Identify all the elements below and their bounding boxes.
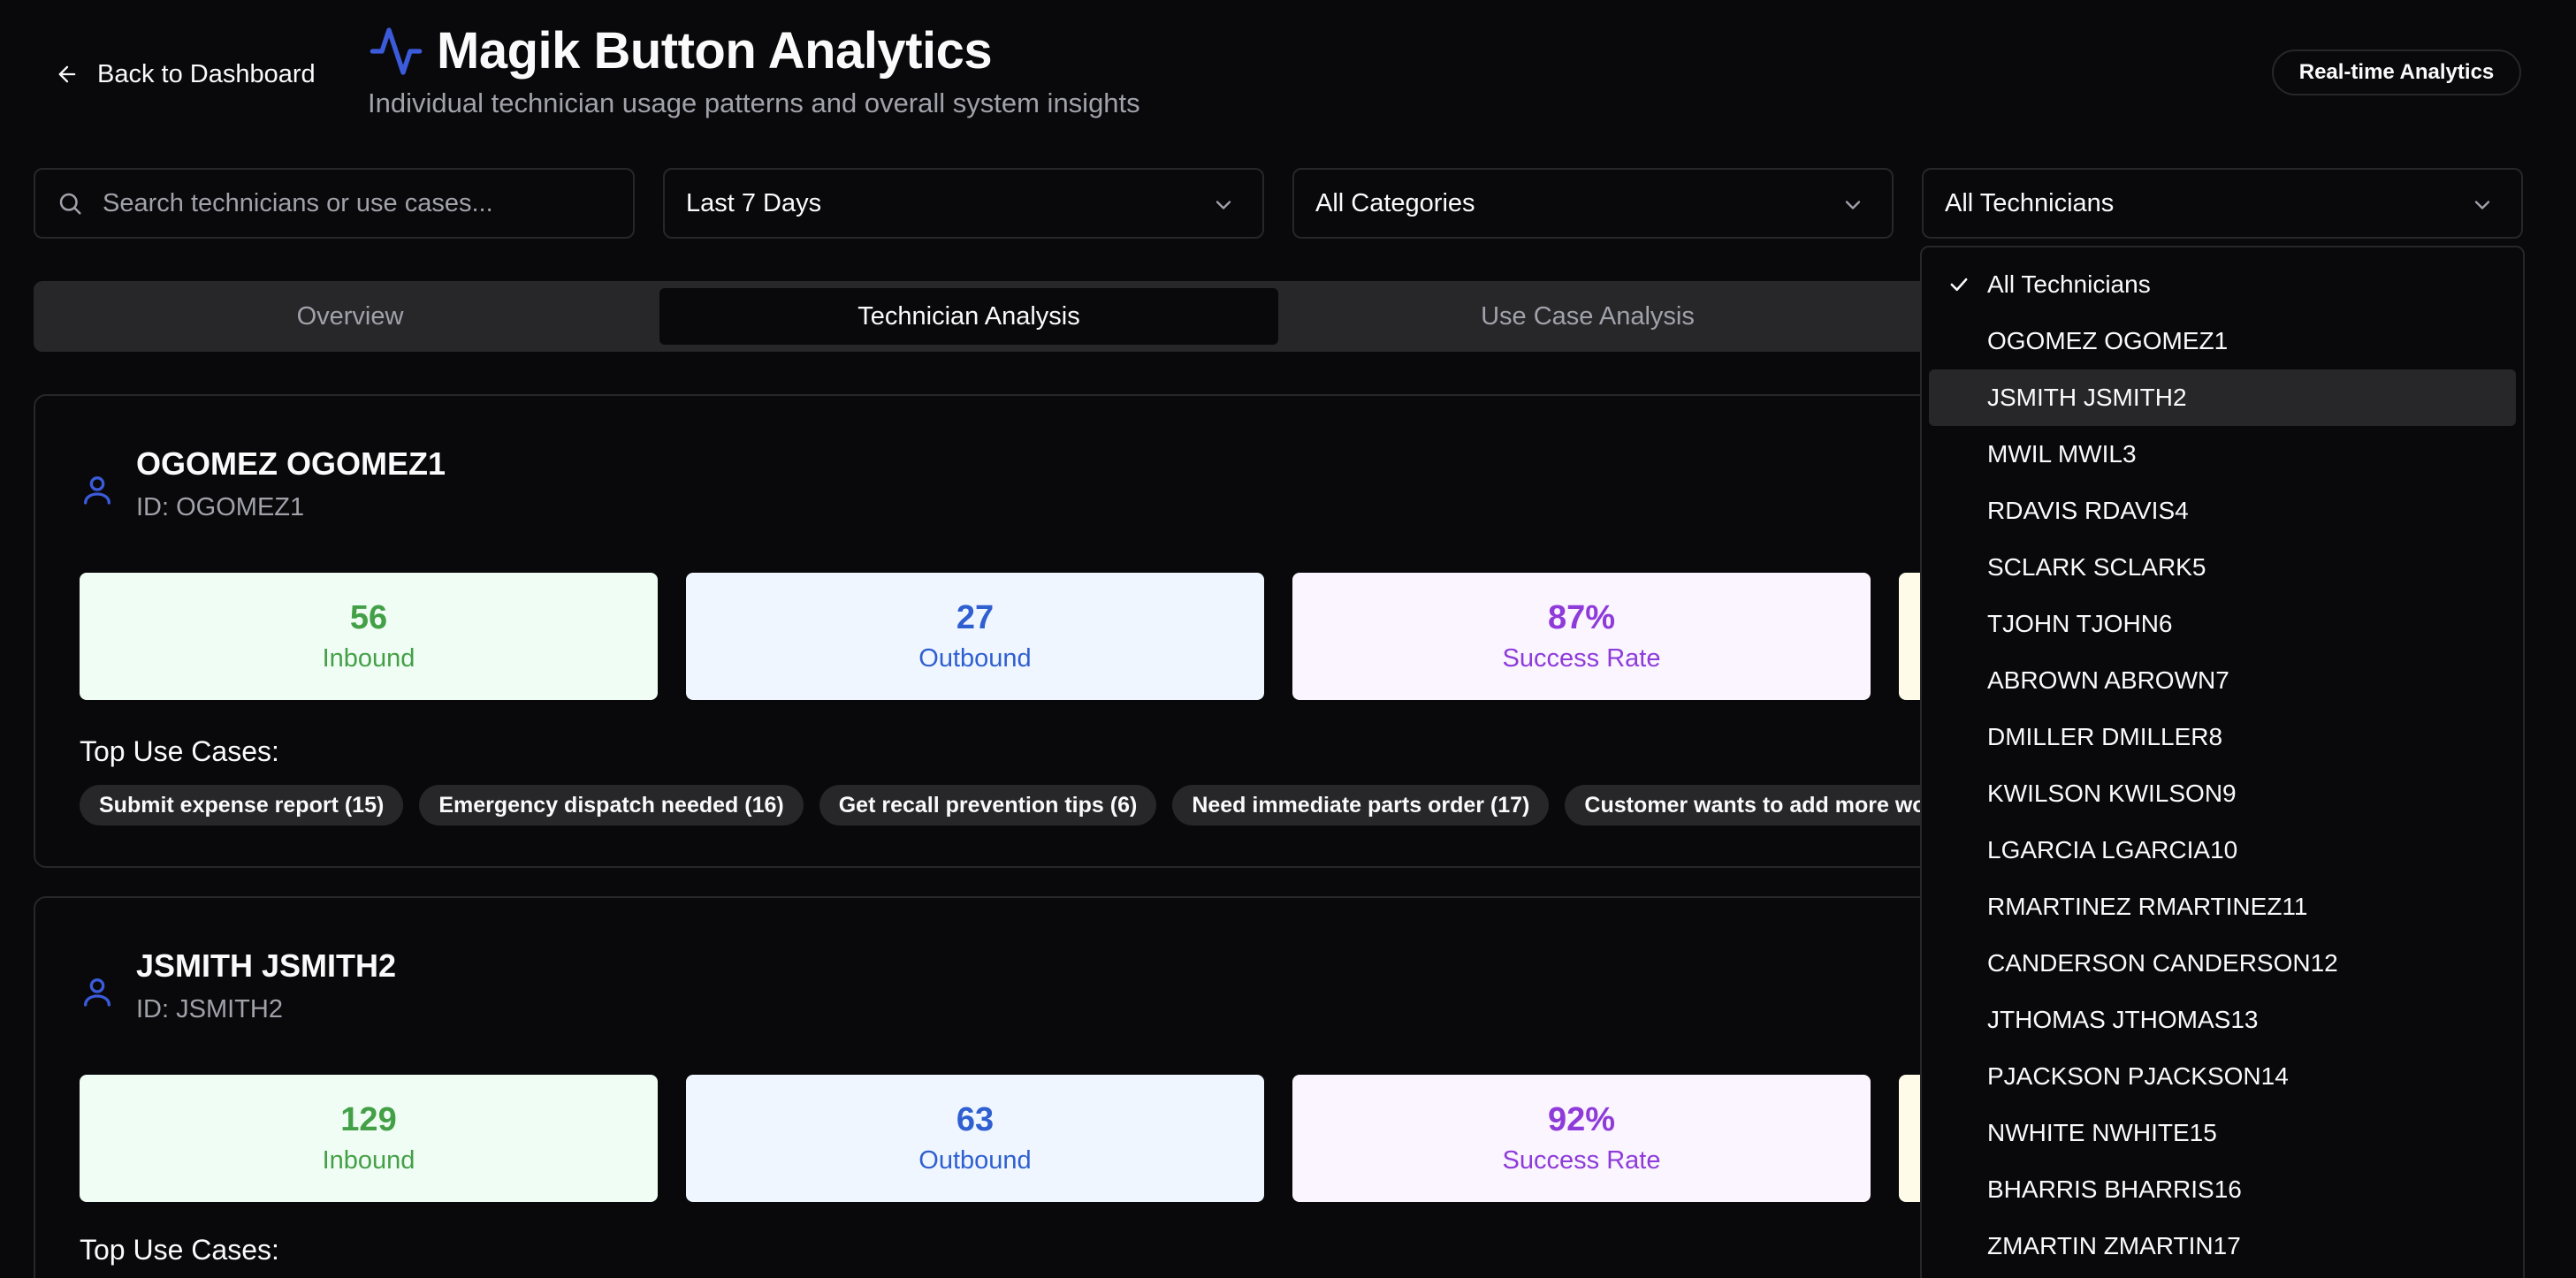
arrow-left-icon (58, 65, 76, 83)
inbound-stat: 56 Inbound (80, 573, 658, 700)
search-icon (59, 193, 81, 215)
technician-id: ID: OGOMEZ1 (136, 493, 305, 521)
inbound-label: Inbound (322, 1146, 415, 1175)
dropdown-option-label: RDAVIS RDAVIS4 (1987, 497, 2189, 524)
dropdown-option-label: All Technicians (1987, 270, 2151, 298)
use-case-chips: Submit expense report (15) Emergency dis… (80, 785, 1955, 825)
dropdown-option-label: BHARRIS BHARRIS16 (1987, 1175, 2242, 1203)
technician-id: ID: JSMITH2 (136, 995, 283, 1023)
dropdown-option-label: DMILLER DMILLER8 (1987, 723, 2223, 750)
outbound-label: Outbound (918, 644, 1032, 673)
dropdown-option[interactable]: TJOHN TJOHN6 (1929, 596, 2516, 652)
top-use-cases-title: Top Use Cases: (80, 1234, 279, 1266)
dropdown-option[interactable]: ZMARTIN ZMARTIN17 (1929, 1218, 2516, 1274)
tab-technician-analysis[interactable]: Technician Analysis (659, 288, 1278, 345)
technician-name: JSMITH JSMITH2 (136, 947, 397, 984)
technician-dropdown-menu: All Technicians OGOMEZ OGOMEZ1 JSMITH JS… (1920, 246, 2525, 1278)
page-subtitle: Individual technician usage patterns and… (368, 87, 1140, 118)
inbound-value: 129 (340, 1101, 397, 1138)
back-to-dashboard-link[interactable]: Back to Dashboard (55, 57, 316, 92)
dropdown-option[interactable]: KWILSON KWILSON9 (1929, 765, 2516, 822)
top-use-cases-title: Top Use Cases: (80, 735, 279, 767)
use-case-chip: Need immediate parts order (17) (1172, 785, 1550, 825)
use-case-chip: Submit expense report (15) (80, 785, 404, 825)
tab-overview[interactable]: Overview (41, 288, 659, 345)
technician-value: All Technicians (1945, 188, 2115, 217)
dropdown-option-all-technicians[interactable]: All Technicians (1929, 256, 2516, 313)
inbound-stat: 129 Inbound (80, 1075, 658, 1202)
dropdown-option-label: RMARTINEZ RMARTINEZ11 (1987, 893, 2308, 920)
success-rate-value: 87% (1547, 599, 1616, 636)
date-range-value: Last 7 Days (686, 188, 822, 217)
success-rate-stat: 87% Success Rate (1292, 573, 1871, 700)
dropdown-option[interactable]: BHARRIS BHARRIS16 (1929, 1161, 2516, 1218)
chevron-down-icon (1845, 201, 1861, 209)
dropdown-option[interactable]: LGARCIA LGARCIA10 (1929, 822, 2516, 879)
chevron-down-icon (2474, 201, 2490, 209)
tab-use-case-analysis[interactable]: Use Case Analysis (1278, 288, 1897, 345)
outbound-label: Outbound (918, 1146, 1032, 1175)
dropdown-option[interactable]: PJACKSON PJACKSON14 (1929, 1048, 2516, 1105)
chevron-down-icon (1216, 201, 1231, 209)
technician-name: OGOMEZ OGOMEZ1 (136, 445, 446, 482)
dropdown-option-label: NWHITE NWHITE15 (1987, 1119, 2217, 1146)
dropdown-option[interactable]: ABROWN ABROWN7 (1929, 652, 2516, 709)
dropdown-option-label: MWIL MWIL3 (1987, 440, 2137, 468)
dropdown-option-label: OGOMEZ OGOMEZ1 (1987, 327, 2229, 354)
inbound-label: Inbound (322, 644, 415, 673)
success-rate-label: Success Rate (1502, 1146, 1661, 1175)
dropdown-option-label: LGARCIA LGARCIA10 (1987, 836, 2238, 863)
user-icon (84, 476, 111, 505)
dropdown-option-label: KWILSON KWILSON9 (1987, 780, 2237, 807)
dropdown-option[interactable]: JSMITH JSMITH2 (1929, 369, 2516, 426)
realtime-badge: Real-time Analytics (2272, 49, 2521, 95)
use-case-chip: Emergency dispatch needed (16) (419, 785, 804, 825)
dropdown-option-label: ABROWN ABROWN7 (1987, 666, 2229, 694)
dropdown-option-label: SCLARK SCLARK5 (1987, 553, 2206, 581)
dropdown-option-label: JTHOMAS JTHOMAS13 (1987, 1006, 2259, 1033)
back-link-label: Back to Dashboard (97, 59, 316, 88)
dropdown-option-label: TJOHN TJOHN6 (1987, 610, 2173, 637)
check-icon (1950, 278, 1968, 292)
outbound-stat: 27 Outbound (686, 573, 1264, 700)
outbound-value: 63 (956, 1101, 995, 1138)
success-rate-value: 92% (1547, 1101, 1616, 1138)
user-icon (84, 978, 111, 1007)
dropdown-option[interactable]: RMARTINEZ RMARTINEZ11 (1929, 879, 2516, 935)
dropdown-option[interactable]: OGOMEZ OGOMEZ1 (1929, 313, 2516, 369)
success-rate-label: Success Rate (1502, 644, 1661, 673)
dropdown-option[interactable]: RDAVIS RDAVIS4 (1929, 483, 2516, 539)
page-title: Magik Button Analytics (437, 22, 993, 80)
dropdown-option[interactable]: MWIL MWIL3 (1929, 426, 2516, 483)
dropdown-option[interactable]: DMILLER DMILLER8 (1929, 709, 2516, 765)
dropdown-option[interactable]: NWHITE NWHITE15 (1929, 1105, 2516, 1161)
search-field[interactable] (34, 168, 635, 239)
date-range-select[interactable]: Last 7 Days (663, 168, 1264, 239)
outbound-stat: 63 Outbound (686, 1075, 1264, 1202)
category-value: All Categories (1315, 188, 1475, 217)
dropdown-option[interactable]: CANDERSON CANDERSON12 (1929, 935, 2516, 992)
dropdown-option-label: CANDERSON CANDERSON12 (1987, 949, 2338, 977)
dropdown-option[interactable]: SCLARK SCLARK5 (1929, 539, 2516, 596)
search-input[interactable] (103, 188, 598, 218)
activity-icon (370, 27, 423, 75)
category-select[interactable]: All Categories (1292, 168, 1894, 239)
use-case-chip: Customer wants to add more wor (1565, 785, 1955, 825)
dropdown-option-label: JSMITH JSMITH2 (1987, 384, 2187, 411)
success-rate-stat: 92% Success Rate (1292, 1075, 1871, 1202)
page-header: Magik Button Analytics Individual techni… (368, 21, 1140, 119)
outbound-value: 27 (956, 599, 995, 636)
use-case-chip: Get recall prevention tips (6) (819, 785, 1157, 825)
dropdown-option[interactable]: JTHOMAS JTHOMAS13 (1929, 992, 2516, 1048)
dropdown-option-label: ZMARTIN ZMARTIN17 (1987, 1232, 2241, 1259)
inbound-value: 56 (349, 599, 388, 636)
dropdown-option-label: PJACKSON PJACKSON14 (1987, 1062, 2289, 1090)
technician-select[interactable]: All Technicians (1922, 168, 2523, 239)
